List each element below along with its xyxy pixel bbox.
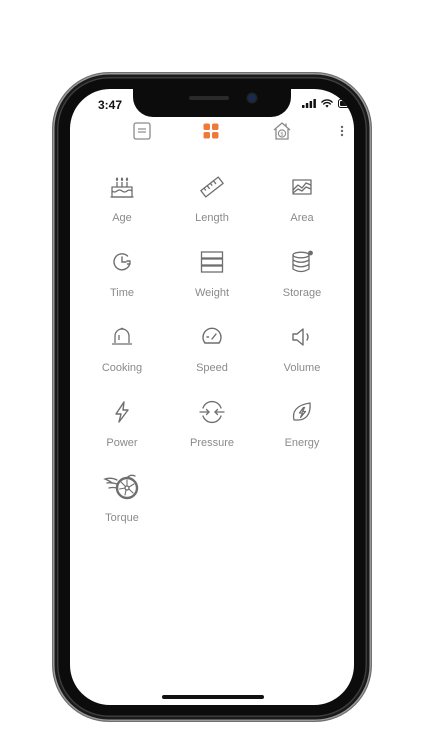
battery-icon (338, 99, 354, 108)
category-label: Energy (284, 437, 320, 449)
weight-stack-icon (198, 248, 226, 276)
currency-house-icon: $ (272, 121, 292, 141)
category-cooking[interactable]: Cooking (77, 323, 167, 398)
ruler-icon (198, 173, 226, 201)
signal-icon (302, 99, 316, 108)
grid-icon (203, 123, 219, 139)
cloche-icon (108, 323, 136, 351)
category-age[interactable]: Age (77, 173, 167, 248)
status-time: 3:47 (98, 98, 123, 112)
category-grid: Age Length Area Time Weight Storage Cook… (77, 173, 347, 548)
category-area[interactable]: Area (257, 173, 347, 248)
wifi-icon (321, 99, 333, 108)
category-label: Area (290, 212, 314, 224)
more-icon (340, 124, 344, 138)
turbo-icon (103, 473, 141, 501)
category-label: Power (106, 437, 138, 449)
speaker-icon (288, 323, 316, 351)
category-label: Time (109, 287, 135, 299)
category-label: Volume (283, 362, 321, 374)
clock-icon (108, 248, 136, 276)
cake-icon (108, 173, 136, 201)
screen: 3:47 $ Age Length Area Time Weight Stora… (70, 89, 354, 705)
category-weight[interactable]: Weight (167, 248, 257, 323)
category-label: Weight (194, 287, 230, 299)
lightning-icon (108, 398, 136, 426)
category-speed[interactable]: Speed (167, 323, 257, 398)
currency-button[interactable]: $ (270, 119, 294, 143)
category-label: Pressure (189, 437, 235, 449)
category-time[interactable]: Time (77, 248, 167, 323)
leaf-bolt-icon (288, 398, 316, 426)
pressure-icon (198, 398, 226, 426)
more-button[interactable] (330, 119, 354, 143)
category-energy[interactable]: Energy (257, 398, 347, 473)
notch (133, 89, 291, 117)
svg-text:$: $ (280, 132, 284, 138)
speedometer-icon (198, 323, 226, 351)
status-icons (302, 99, 354, 108)
phone-frame: 3:47 $ Age Length Area Time Weight Stora… (53, 73, 371, 721)
camera-icon (248, 94, 256, 102)
category-label: Age (112, 212, 132, 224)
category-label: Cooking (101, 362, 143, 374)
category-length[interactable]: Length (167, 173, 257, 248)
category-label: Torque (105, 512, 139, 524)
database-icon (288, 248, 316, 276)
area-chart-icon (288, 173, 316, 201)
speaker-grille (189, 96, 229, 100)
list-icon (133, 122, 151, 140)
category-power[interactable]: Power (77, 398, 167, 473)
grid-view-button[interactable] (199, 119, 223, 143)
category-pressure[interactable]: Pressure (167, 398, 257, 473)
category-storage[interactable]: Storage (257, 248, 347, 323)
category-label: Speed (196, 362, 228, 374)
category-volume[interactable]: Volume (257, 323, 347, 398)
category-torque[interactable]: Torque (77, 473, 167, 548)
category-label: Storage (282, 287, 322, 299)
toolbar: $ (70, 119, 354, 143)
list-view-button[interactable] (130, 119, 154, 143)
home-indicator (162, 695, 264, 699)
category-label: Length (195, 212, 229, 224)
